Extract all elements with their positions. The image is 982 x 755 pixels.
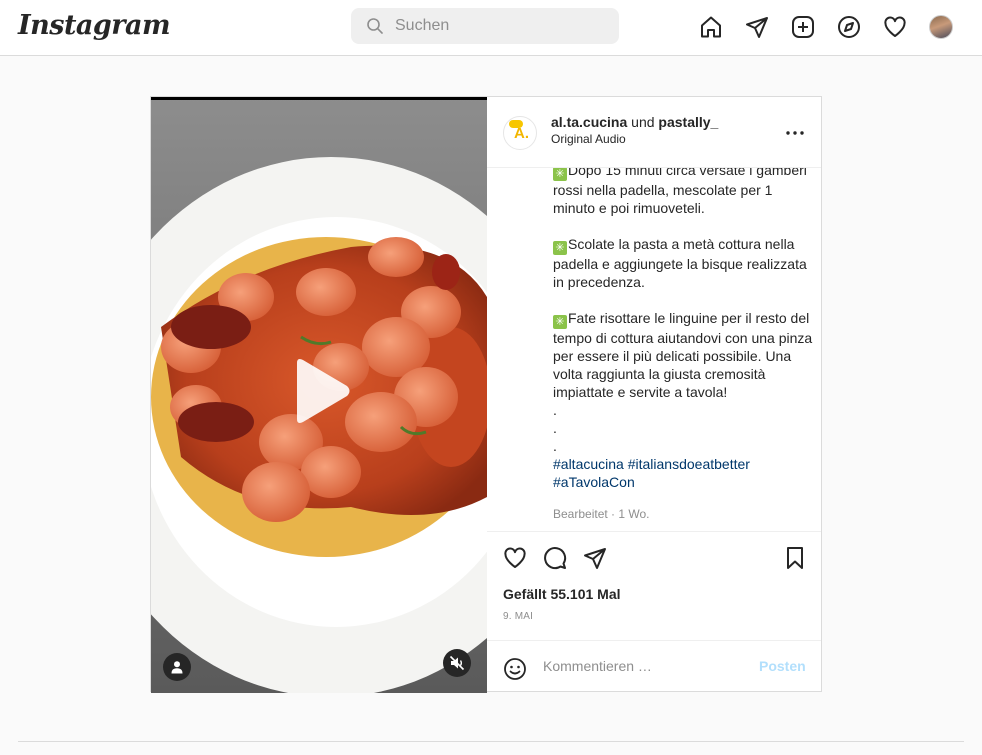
sparkle-emoji-icon: ✳: [553, 315, 567, 329]
search-icon: [367, 18, 383, 39]
caption-step-3: ✳ Fate risottare le linguine per il resto…: [553, 310, 813, 400]
direct-messages-icon[interactable]: [742, 12, 772, 42]
post-caption: ✳ Dopo 15 minuti circa versate i gamberi …: [553, 161, 815, 523]
top-navigation-bar: Instagram: [0, 0, 982, 56]
profile-avatar[interactable]: [926, 12, 956, 42]
caption-step-1: ✳ Dopo 15 minuti circa versate i gamberi …: [553, 162, 807, 216]
new-post-icon[interactable]: [788, 12, 818, 42]
instagram-logo[interactable]: Instagram: [18, 10, 171, 41]
avatar: [929, 15, 953, 39]
emoji-picker-button[interactable]: [501, 655, 529, 683]
footer-divider: [18, 741, 964, 742]
author-avatar[interactable]: A.: [503, 116, 537, 150]
activity-heart-icon[interactable]: [880, 12, 910, 42]
speaker-muted-icon: [449, 655, 465, 671]
post-header: A. al.ta.cucina und pastally_ Original A…: [487, 97, 821, 168]
caption-step-2: ✳ Scolate la pasta a metà cottura nella p…: [553, 236, 807, 290]
comment-input[interactable]: [543, 653, 753, 679]
more-options-button[interactable]: [783, 121, 807, 145]
hashtag-link[interactable]: #italiansdoeatbetter: [628, 456, 750, 472]
video-top-border: [151, 97, 487, 100]
hashtag-link[interactable]: #altacucina: [553, 456, 624, 472]
author-username[interactable]: al.ta.cucina: [551, 114, 627, 130]
comment-icon: [544, 547, 567, 570]
post-comment-button[interactable]: Posten: [759, 658, 806, 674]
sparkle-emoji-icon: ✳: [553, 241, 567, 255]
bookmark-icon: [787, 547, 803, 569]
more-dots-icon: [786, 131, 804, 135]
caption-dots: . . .: [553, 402, 557, 454]
video-player[interactable]: [151, 97, 487, 693]
user-icon: [171, 661, 183, 674]
edited-timestamp: Bearbeitet · 1 Wo.: [553, 507, 650, 521]
save-button[interactable]: [779, 542, 811, 574]
search-box[interactable]: [351, 8, 619, 44]
like-button[interactable]: [499, 542, 531, 574]
hashtag-link[interactable]: #aTavolaCon: [553, 474, 635, 490]
comment-button[interactable]: [539, 542, 571, 574]
post-card: ✳ Dopo 15 minuti circa versate i gamberi …: [150, 96, 822, 693]
heart-icon: [504, 547, 526, 568]
nav-icons: [696, 12, 966, 42]
tagged-users-button[interactable]: [163, 653, 191, 681]
smiley-icon: [504, 658, 526, 680]
post-authors: al.ta.cucina und pastally_: [551, 113, 718, 131]
author-connector: und: [631, 114, 655, 130]
coauthor-username[interactable]: pastally_: [658, 114, 718, 130]
post-sidebar: ✳ Dopo 15 minuti circa versate i gamberi …: [487, 97, 821, 691]
audio-label[interactable]: Original Audio: [551, 132, 626, 146]
explore-icon[interactable]: [834, 12, 864, 42]
caption-hashtags: #altacucina #italiansdoeatbetter #aTavol…: [553, 455, 815, 491]
avatar-letter: A.: [514, 125, 529, 142]
search-input[interactable]: [395, 8, 605, 44]
play-icon: [297, 359, 350, 423]
play-button[interactable]: [289, 355, 353, 427]
post-date[interactable]: 9. MAI: [503, 611, 533, 622]
sparkle-emoji-icon: ✳: [553, 167, 567, 181]
like-count[interactable]: Gefällt 55.101 Mal: [503, 586, 621, 602]
comment-form: Posten: [487, 641, 821, 693]
mute-button[interactable]: [443, 649, 471, 677]
share-button[interactable]: [579, 542, 611, 574]
share-icon: [584, 548, 606, 569]
home-icon[interactable]: [696, 12, 726, 42]
post-actions: [487, 532, 821, 584]
